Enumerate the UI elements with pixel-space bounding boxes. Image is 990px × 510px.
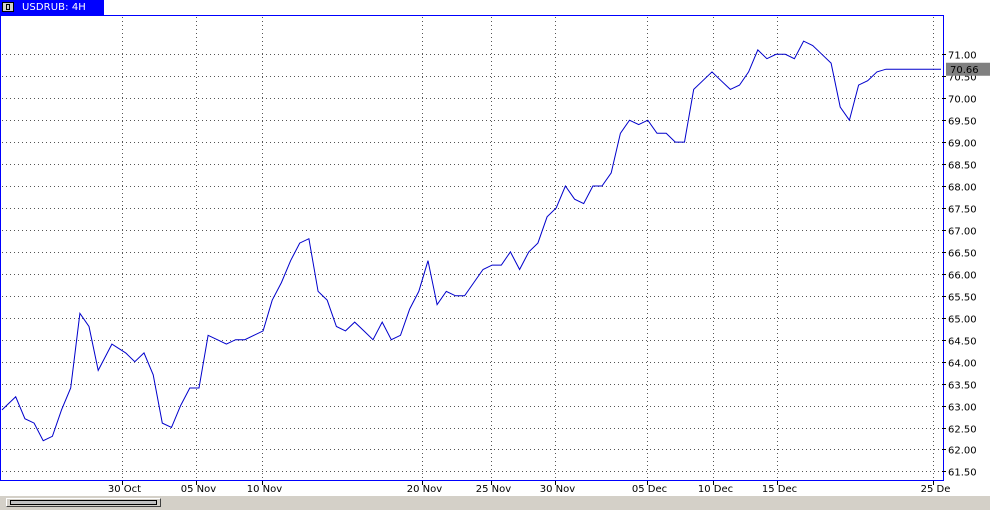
- x-tick-label: 10 Dec: [698, 484, 733, 495]
- y-tick-label: 68.50: [948, 161, 977, 172]
- x-tick-label: 20 Nov: [407, 484, 443, 495]
- y-tick-label: 71.00: [948, 51, 977, 62]
- y-tick-label: 62.00: [948, 446, 977, 457]
- x-tick-label: 05 Nov: [181, 484, 217, 495]
- y-tick-label: 65.00: [948, 315, 977, 326]
- x-tick-label: 30 Nov: [540, 484, 576, 495]
- x-tick-label: 30 Oct: [108, 484, 141, 495]
- x-tick-label: 10 Nov: [247, 484, 283, 495]
- x-tick-label: 25 De: [921, 484, 951, 495]
- horizontal-scrollbar[interactable]: [0, 495, 990, 510]
- current-price-label: 70.66: [950, 65, 979, 76]
- scrollbar-thumb[interactable]: [6, 498, 161, 507]
- y-tick-label: 70.00: [948, 95, 977, 106]
- price-chart[interactable]: 61.50 62.00 62.50 63.00 63.50 64.00 64.50 65.00…: [0, 0, 990, 495]
- x-tick-label: 05 Dec: [632, 484, 667, 495]
- y-tick-label: 64.00: [948, 359, 977, 370]
- y-tick-label: 69.50: [948, 117, 977, 128]
- y-tick-label: 64.50: [948, 337, 977, 348]
- y-tick-label: 65.50: [948, 293, 977, 304]
- y-tick-label: 69.00: [948, 139, 977, 150]
- scrollbar-thumb-grip: [10, 500, 157, 505]
- y-tick-label: 61.50: [948, 468, 977, 479]
- y-tick-label: 66.00: [948, 271, 977, 282]
- current-price-badge: 70.66: [946, 62, 990, 76]
- y-tick-label: 62.50: [948, 425, 977, 436]
- y-tick-label: 68.00: [948, 183, 977, 194]
- y-axis-ticks: 61.50 62.00 62.50 63.00 63.50 64.00 64.50 65.00…: [942, 51, 977, 479]
- grid-lines: [2, 17, 941, 478]
- y-tick-label: 67.50: [948, 205, 977, 216]
- x-axis-ticks: 30 Oct 05 Nov 10 Nov 20 Nov 25 Nov 30 Nov 05 D…: [108, 481, 950, 495]
- y-tick-label: 67.00: [948, 227, 977, 238]
- y-tick-label: 66.50: [948, 249, 977, 260]
- x-tick-label: 25 Nov: [476, 484, 512, 495]
- x-tick-label: 15 Dec: [762, 484, 797, 495]
- series-line-usdrub: [1, 40, 941, 442]
- y-tick-label: 63.50: [948, 381, 977, 392]
- y-tick-label: 63.00: [948, 403, 977, 414]
